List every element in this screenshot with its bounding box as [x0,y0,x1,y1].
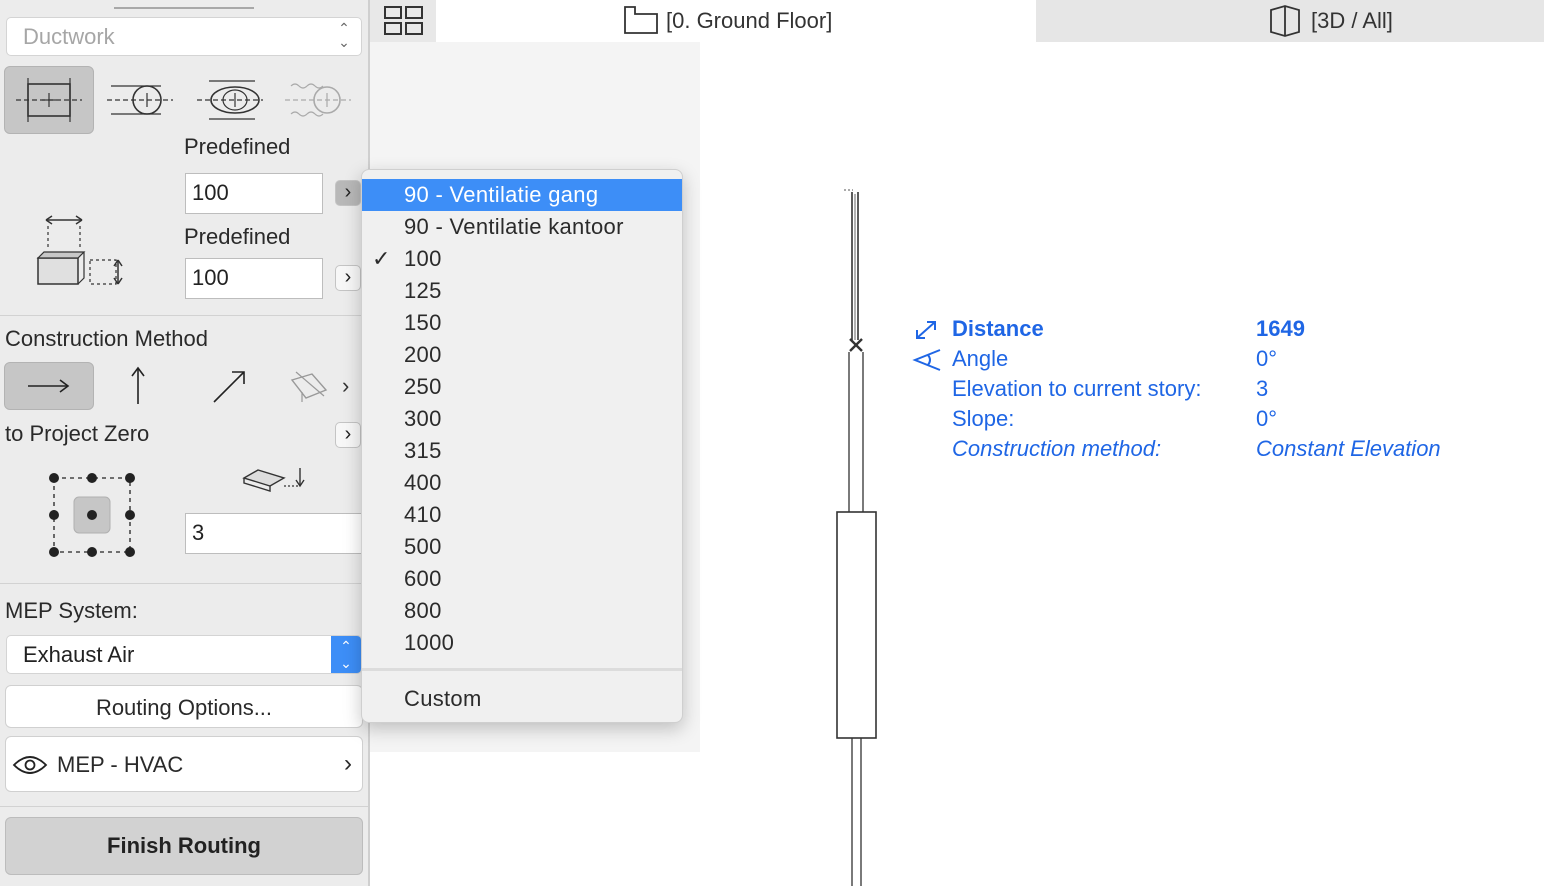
oval-shape-button[interactable] [190,66,270,134]
menu-item[interactable]: 300 [362,403,682,435]
divider [0,315,368,316]
distance-value[interactable]: 1649 [1256,316,1305,342]
menu-item[interactable]: 600 [362,563,682,595]
routing-options-button[interactable]: Routing Options... [5,685,363,728]
duct-dimensions-icon [36,215,123,285]
tab-3d-all[interactable]: [3D / All] [1036,0,1544,42]
tool-type-select[interactable]: Ductwork ⌃ ⌄ [6,17,362,56]
slope-value[interactable]: 0° [1256,406,1277,432]
width-predefined-menu-button[interactable]: › [335,180,361,206]
menu-item[interactable]: 150 [362,307,682,339]
finish-routing-button[interactable]: Finish Routing [5,817,363,875]
layer-name: MEP - HVAC [57,752,184,777]
method-horizontal-button[interactable] [4,362,94,410]
divider [0,583,368,584]
distance-label: Distance [952,316,1044,341]
height-predefined-label: Predefined [184,224,291,249]
height-predefined-menu-button[interactable]: › [335,265,361,291]
mep-system-label: MEP System: [5,598,138,623]
reference-level-label: to Project Zero [5,421,150,446]
menu-item[interactable]: 800 [362,595,682,627]
menu-separator [362,668,682,671]
rectangular-shape-button[interactable] [4,66,94,134]
3d-view-icon [1270,5,1300,37]
menu-item[interactable]: ✓ 100 [362,243,682,275]
method-slope-button[interactable] [282,362,334,410]
tab-3d-all-label: [3D / All] [1311,8,1393,33]
tool-type-select-value: Ductwork [23,24,115,49]
arrow-diagonal-icon [213,371,245,403]
grid-view-icon [384,6,423,35]
angle-label: Angle [952,346,1009,371]
menu-item[interactable]: 500 [362,531,682,563]
divider [0,806,368,807]
eye-icon [12,756,48,774]
circular-shape-button[interactable] [100,66,180,134]
menu-item[interactable]: 315 [362,435,682,467]
flexible-duct-icon [285,83,351,117]
distance-icon [916,321,936,339]
menu-item[interactable]: 200 [362,339,682,371]
elevation-label: Elevation to current story: [952,376,1202,401]
tab-ground-floor-label: [0. Ground Floor] [666,8,833,33]
menu-item-custom[interactable]: Custom [362,683,682,715]
chevron-right-icon: › [344,750,352,777]
slope-plane-icon [290,371,328,402]
elevation-icon [242,468,305,492]
slope-label: Slope: [952,406,1015,431]
floor-plan-icon [624,6,658,34]
mep-system-select-value: Exhaust Air [23,642,135,667]
height-input[interactable]: 100 [185,258,323,299]
select-arrows-icon: ⌃ ⌄ [331,636,361,673]
duct-equipment[interactable] [836,511,877,739]
duct-segment-middle[interactable] [848,352,864,512]
construction-method-more-icon[interactable]: › [342,373,349,399]
construction-method-info-value[interactable]: Constant Elevation [1256,436,1441,462]
panel-drag-handle[interactable] [114,7,254,9]
menu-item[interactable]: 90 - Ventilatie gang [362,179,682,211]
flexible-shape-button[interactable] [278,66,358,134]
duct-segment-upper[interactable] [844,189,859,340]
elevation-value[interactable]: 3 [1256,376,1268,402]
oval-duct-icon [197,80,263,120]
anchor-point-grid-icon[interactable] [40,466,144,566]
angle-value[interactable]: 0° [1256,346,1277,372]
tab-overview[interactable] [370,0,436,42]
duct-segment-lower[interactable] [851,738,862,886]
arrow-up-icon [131,366,145,404]
cursor-marker [849,338,863,352]
menu-item[interactable]: 90 - Ventilatie kantoor [362,211,682,243]
menu-item[interactable]: 400 [362,467,682,499]
menu-item[interactable]: 1000 [362,627,682,659]
select-arrows-icon: ⌃ ⌄ [338,20,350,50]
angle-icon [912,349,941,371]
layer-selector[interactable]: MEP - HVAC › [5,736,363,792]
reference-level-menu-button[interactable]: › [335,422,361,448]
width-input[interactable]: 100 [185,173,323,214]
checkmark-icon: ✓ [372,246,391,271]
mep-system-select[interactable]: Exhaust Air ⌃ ⌄ [6,635,362,674]
circular-duct-icon [107,85,173,115]
tab-ground-floor[interactable]: [0. Ground Floor] [436,0,1036,42]
menu-item[interactable]: 125 [362,275,682,307]
width-predefined-label: Predefined [184,134,291,159]
rectangular-duct-icon [16,78,82,122]
method-diagonal-button[interactable] [200,362,260,410]
construction-method-info-label: Construction method: [952,436,1162,461]
menu-item[interactable]: 410 [362,499,682,531]
method-vertical-button[interactable] [108,362,168,410]
arrow-right-icon [28,379,70,393]
tool-settings-panel: Ductwork ⌃ ⌄ Predefined 100 › Predefined… [0,0,368,886]
construction-method-label: Construction Method [5,326,208,351]
menu-item[interactable]: 250 [362,371,682,403]
predefined-size-menu: 90 - Ventilatie gang 90 - Ventilatie kan… [361,169,683,723]
elevation-input[interactable]: 3 [185,513,368,554]
